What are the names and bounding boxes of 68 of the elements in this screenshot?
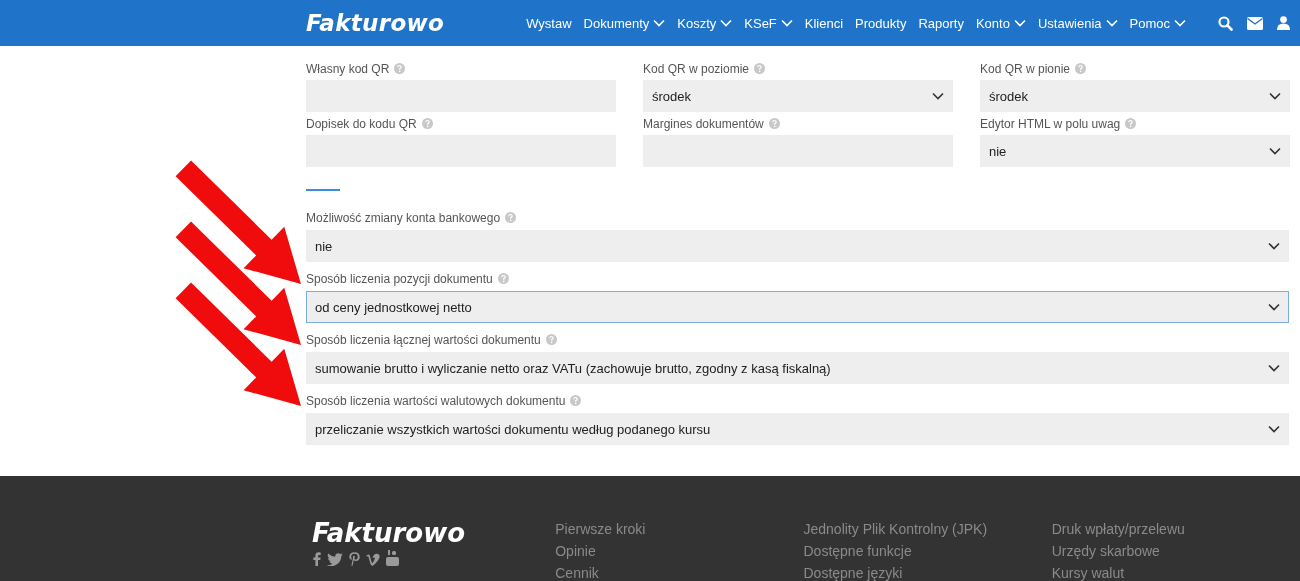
footer-link[interactable]: Cennik [555,562,804,581]
field-label: Możliwość zmiany konta bankowego [306,210,501,225]
footer-link[interactable]: Urzędy skarbowe [1051,540,1300,562]
field-label: Sposób liczenia wartości walutowych dokumentu [306,393,566,408]
chevron-down-icon [780,19,793,27]
field-label: Kod QR w pionie [980,61,1071,76]
footer-link[interactable]: Kursy walut [1051,562,1300,581]
chevron-down-icon [1268,425,1280,433]
field-label: Edytor HTML w polu uwag [980,116,1121,131]
footer-link[interactable]: Opinie [555,540,804,562]
chevron-down-icon [1268,242,1280,250]
help-icon [768,118,780,129]
pin-icon[interactable] [349,552,360,566]
chevron-down-icon [1269,147,1281,155]
chevron-down-icon [1269,92,1281,100]
help-icon [1125,118,1137,129]
nav-link[interactable]: Pomoc [1129,15,1186,31]
help-icon [545,334,557,345]
footer-link[interactable]: Druk wpłaty/przelewu [1051,518,1300,540]
chevron-down-icon [720,19,733,27]
field-label: Margines dokumentów [643,116,764,131]
nav-link[interactable]: Konto [975,15,1026,31]
field-label: Kod QR w poziomie [643,61,750,76]
field-label: Sposób liczenia łącznej wartości dokumentu [306,332,541,347]
select-field[interactable]: sumowanie brutto i wyliczanie netto oraz VATu (zachowuje brutto, zgodny z kasą fiskalną) [306,352,1289,384]
footer-link[interactable]: Dostępne języki [803,562,1052,581]
nav-link[interactable]: Ustawienia [1037,15,1118,31]
chevron-down-icon [1268,364,1280,372]
nav-link[interactable]: Produkty [855,15,907,31]
chevron-down-icon [653,19,666,27]
field-label: Własny kod QR [306,61,390,76]
select-field[interactable]: przeliczanie wszystkich wartości dokumentu według podanego kursu [306,413,1289,445]
select-field[interactable]: środek [643,80,953,112]
nav-link[interactable]: Raporty [918,15,964,31]
help-icon [421,118,433,129]
help-icon [754,63,766,74]
envelope-icon[interactable] [1247,16,1263,30]
footer-link[interactable]: Dostępne funkcje [803,540,1052,562]
select-field[interactable]: nie [306,230,1289,262]
footer-logo[interactable]: Fakturowo [312,518,556,548]
footer-link[interactable]: Jednolity Plik Kontrolny (JPK) [803,518,1052,540]
help-icon [394,63,406,74]
chevron-down-icon [932,92,944,100]
nav-link[interactable]: Wystaw [526,15,572,31]
help-icon [1075,63,1087,74]
nav-link[interactable]: Koszty [677,15,733,31]
nav-link[interactable]: Dokumenty [583,15,666,31]
facebook-icon[interactable] [313,552,321,566]
user-icon[interactable] [1277,16,1290,30]
field-label: Dopisek do kodu QR [306,116,417,131]
nav-link[interactable]: Klienci [804,15,844,31]
chevron-down-icon [1105,19,1118,27]
select-field[interactable]: środek [980,80,1290,112]
select-field[interactable]: nie [980,135,1290,167]
chevron-down-icon [1013,19,1026,27]
search-icon[interactable] [1218,15,1233,31]
logo[interactable]: Fakturowo [306,10,445,36]
v-icon[interactable] [366,553,380,566]
nav-link[interactable]: KSeF [744,15,793,31]
bird-icon[interactable] [327,553,343,566]
help-icon [505,212,517,223]
footer-link[interactable]: Pierwsze kroki [555,518,804,540]
select-field[interactable]: od ceny jednostkowej netto [306,291,1289,323]
help-icon [570,395,582,406]
chevron-down-icon [1268,303,1280,311]
chevron-down-icon [1174,19,1186,27]
field-label: Sposób liczenia pozycji dokumentu [306,271,493,286]
help-icon [497,273,509,284]
